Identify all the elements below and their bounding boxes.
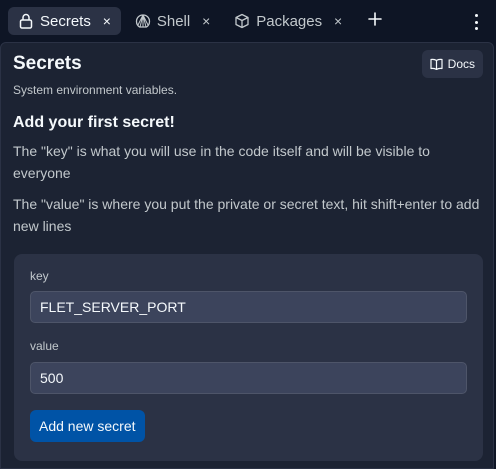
value-input[interactable]: 500 bbox=[30, 362, 467, 394]
kebab-menu-icon[interactable] bbox=[468, 12, 484, 32]
docs-label: Docs bbox=[447, 57, 475, 71]
key-explanation: The "key" is what you will use in the co… bbox=[13, 143, 430, 181]
intro-section: Add your first secret! The "key" is what… bbox=[13, 113, 483, 237]
key-input[interactable]: FLET_SERVER_PORT bbox=[30, 291, 467, 323]
tab-label: Shell bbox=[156, 12, 191, 30]
plus-icon bbox=[368, 11, 382, 31]
close-icon[interactable]: × bbox=[200, 13, 212, 29]
shell-icon bbox=[135, 13, 151, 29]
add-new-secret-button[interactable]: Add new secret bbox=[30, 410, 145, 442]
value-explanation: The "value" is where you put the private… bbox=[13, 196, 480, 234]
book-icon bbox=[430, 58, 443, 70]
panel-header: Secrets System environment variables. bbox=[13, 53, 177, 97]
intro-heading: Add your first secret! bbox=[13, 114, 175, 131]
page-title: Secrets bbox=[13, 53, 82, 74]
lock-icon bbox=[18, 13, 34, 29]
tab-bar: Secrets × Shell × Packages × bbox=[0, 0, 496, 42]
value-label: value bbox=[30, 339, 59, 353]
new-secret-form: key FLET_SERVER_PORT value 500 Add new s… bbox=[14, 254, 483, 461]
docs-button[interactable]: Docs bbox=[421, 50, 483, 78]
close-icon[interactable]: × bbox=[332, 13, 344, 29]
tab-packages[interactable]: Packages × bbox=[224, 7, 352, 35]
package-icon bbox=[234, 13, 250, 29]
tab-label: Secrets bbox=[40, 12, 91, 30]
tab-shell[interactable]: Shell × bbox=[125, 7, 220, 35]
add-tab-button[interactable] bbox=[362, 8, 388, 34]
tab-label: Packages bbox=[256, 12, 323, 30]
key-label: key bbox=[30, 269, 49, 283]
close-icon[interactable]: × bbox=[101, 13, 113, 29]
page-subtitle: System environment variables. bbox=[13, 83, 178, 97]
tab-secrets[interactable]: Secrets × bbox=[8, 7, 121, 35]
secrets-panel: Secrets System environment variables. Do… bbox=[0, 42, 494, 469]
